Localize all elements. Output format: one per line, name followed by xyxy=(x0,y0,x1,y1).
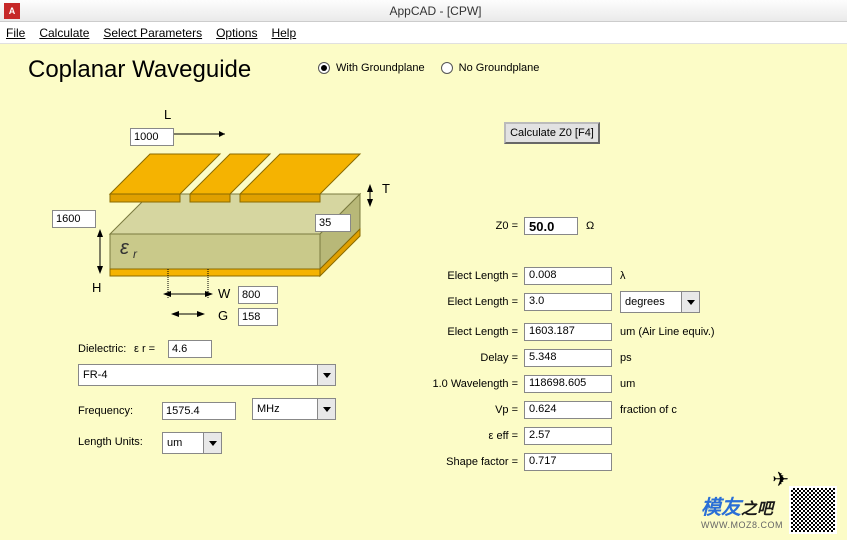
elen-um-unit: um (Air Line equiv.) xyxy=(620,326,715,338)
groundplane-radio-group: With Groundplane No Groundplane xyxy=(318,62,551,74)
dim-H-input[interactable] xyxy=(52,210,96,228)
frequency-label: Frequency: xyxy=(78,405,162,417)
frequency-unit-combo[interactable]: MHz xyxy=(252,398,336,420)
wavelength-unit: um xyxy=(620,378,635,390)
radio-no-groundplane[interactable] xyxy=(441,62,453,74)
dim-T-input[interactable] xyxy=(315,214,351,232)
wavelength-output: 118698.605 xyxy=(524,375,612,393)
shape-factor-output: 0.717 xyxy=(524,453,612,471)
delay-unit: ps xyxy=(620,352,632,364)
radio-no-groundplane-label: No Groundplane xyxy=(459,62,540,74)
dielectric-er-input[interactable] xyxy=(168,340,212,358)
watermark-qr-code xyxy=(789,486,837,534)
dim-H-label: H xyxy=(92,280,101,295)
vp-label: Vp = xyxy=(430,404,518,416)
app-icon: A xyxy=(4,3,20,19)
delay-output: 5.348 xyxy=(524,349,612,367)
client-area: Coplanar Waveguide With Groundplane No G… xyxy=(0,44,847,540)
watermark: 模友之吧 WWW.MOZ8.COM xyxy=(701,486,837,534)
vp-output: 0.624 xyxy=(524,401,612,419)
menu-select-parameters[interactable]: Select Parameters xyxy=(103,26,202,40)
svg-text:ε: ε xyxy=(120,237,130,259)
elen-deg-label: Elect Length = xyxy=(430,296,518,308)
delay-label: Delay = xyxy=(430,352,518,364)
chevron-down-icon[interactable] xyxy=(317,399,335,419)
eeff-label: ε eff = xyxy=(430,430,518,442)
watermark-url: WWW.MOZ8.COM xyxy=(701,520,783,530)
length-units-value: um xyxy=(167,437,182,449)
elen-lambda-output: 0.008 xyxy=(524,267,612,285)
radio-with-groundplane[interactable] xyxy=(318,62,330,74)
wavelength-label: 1.0 Wavelength = xyxy=(430,378,518,390)
elen-lambda-unit: λ xyxy=(620,270,626,282)
frequency-unit-value: MHz xyxy=(257,403,280,415)
dielectric-material-combo[interactable]: FR-4 xyxy=(78,364,336,386)
window-titlebar: A AppCAD - [CPW] xyxy=(0,0,847,22)
elen-unit-value: degrees xyxy=(625,296,665,308)
watermark-brand: 模友之吧 xyxy=(701,491,783,520)
menu-file[interactable]: File xyxy=(6,26,25,40)
elen-um-output: 1603.187 xyxy=(524,323,612,341)
dim-L-label: L xyxy=(164,107,171,122)
chevron-down-icon[interactable] xyxy=(203,433,221,453)
dim-G-label: G xyxy=(218,308,228,323)
menu-help[interactable]: Help xyxy=(271,26,296,40)
dim-L-input[interactable] xyxy=(130,128,174,146)
shape-factor-label: Shape factor = xyxy=(430,456,518,468)
chevron-down-icon[interactable] xyxy=(317,365,335,385)
page-title: Coplanar Waveguide xyxy=(28,56,251,84)
menu-calculate[interactable]: Calculate xyxy=(39,26,89,40)
dim-W-input[interactable] xyxy=(238,286,278,304)
eeff-output: 2.57 xyxy=(524,427,612,445)
dim-W-label: W xyxy=(218,286,230,301)
elen-lambda-label: Elect Length = xyxy=(430,270,518,282)
dielectric-material-value: FR-4 xyxy=(83,369,107,381)
z0-label: Z0 = xyxy=(430,220,518,232)
elen-deg-output: 3.0 xyxy=(524,293,612,311)
elen-unit-combo[interactable]: degrees xyxy=(620,291,700,313)
vp-unit: fraction of c xyxy=(620,404,677,416)
dielectric-er-label: ε r = xyxy=(134,343,168,355)
menu-options[interactable]: Options xyxy=(216,26,257,40)
length-units-combo[interactable]: um xyxy=(162,432,222,454)
dim-T-label: T xyxy=(382,181,390,196)
frequency-input[interactable] xyxy=(162,402,236,420)
calculate-z0-button[interactable]: Calculate Z0 [F4] xyxy=(504,122,600,144)
cpw-diagram: ε r L T H W G xyxy=(60,94,400,324)
dim-G-input[interactable] xyxy=(238,308,278,326)
elen-um-label: Elect Length = xyxy=(430,326,518,338)
menubar: File Calculate Select Parameters Options… xyxy=(0,22,847,44)
window-title: AppCAD - [CPW] xyxy=(24,4,847,18)
z0-output: 50.0 xyxy=(524,217,578,235)
length-units-label: Length Units: xyxy=(78,436,162,448)
z0-unit: Ω xyxy=(586,220,594,232)
chevron-down-icon[interactable] xyxy=(681,292,699,312)
radio-with-groundplane-label: With Groundplane xyxy=(336,62,425,74)
dielectric-label: Dielectric: xyxy=(78,343,134,355)
